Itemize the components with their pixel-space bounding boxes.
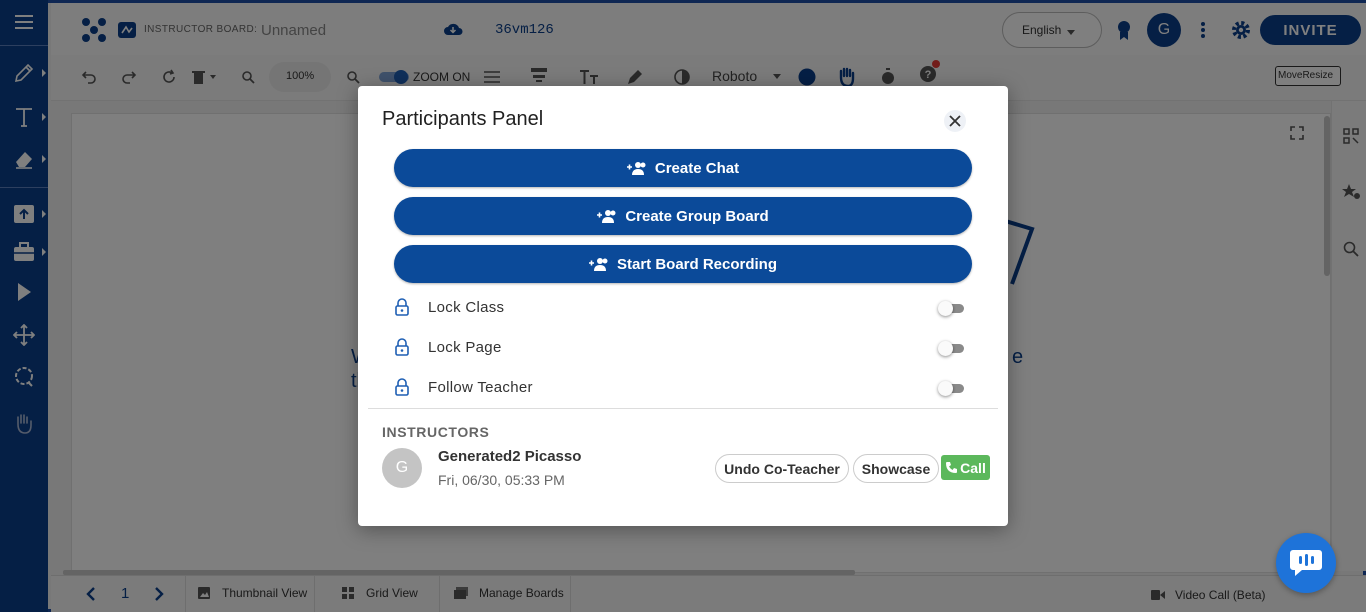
lock-class-toggle[interactable] [938, 301, 966, 316]
create-group-board-button[interactable]: Create Group Board [394, 197, 972, 235]
participant-name: Generated2 Picasso [438, 448, 582, 465]
create-chat-label: Create Chat [654, 159, 740, 177]
phone-icon [946, 462, 958, 473]
lock-icon [395, 338, 409, 356]
undo-co-teacher-button[interactable]: Undo Co-Teacher [715, 454, 849, 483]
participants-panel: Participants Panel Create Chat Create Gr… [358, 86, 1008, 526]
option-lock-page: Lock Page [394, 334, 972, 362]
create-chat-button[interactable]: Create Chat [394, 149, 972, 187]
lock-icon [395, 298, 409, 316]
group-add-icon [626, 162, 646, 175]
instructors-heading: INSTRUCTORS [382, 424, 490, 440]
call-label: Call [960, 459, 986, 476]
follow-teacher-label: Follow Teacher [428, 379, 533, 396]
panel-title: Participants Panel [382, 108, 544, 130]
lock-icon [395, 378, 409, 396]
group-add-icon [588, 258, 608, 271]
lock-page-label: Lock Page [428, 339, 502, 356]
close-button[interactable] [944, 110, 966, 132]
option-follow-teacher: Follow Teacher [394, 374, 972, 402]
start-board-recording-label: Start Board Recording [616, 255, 778, 273]
participant-join-time: Fri, 06/30, 05:33 PM [438, 472, 565, 488]
chat-support-button[interactable] [1276, 533, 1336, 593]
start-board-recording-button[interactable]: Start Board Recording [394, 245, 972, 283]
participant-avatar: G [382, 448, 422, 488]
showcase-button[interactable]: Showcase [853, 454, 939, 483]
call-button[interactable]: Call [941, 455, 990, 480]
create-group-board-label: Create Group Board [625, 207, 769, 225]
follow-teacher-toggle[interactable] [938, 381, 966, 396]
option-lock-class: Lock Class [394, 294, 972, 322]
lock-page-toggle[interactable] [938, 341, 966, 356]
group-add-icon [597, 210, 616, 223]
chat-bubble-icon [1290, 550, 1322, 576]
lock-class-label: Lock Class [428, 299, 505, 316]
panel-divider [368, 408, 998, 409]
close-icon [949, 115, 961, 127]
